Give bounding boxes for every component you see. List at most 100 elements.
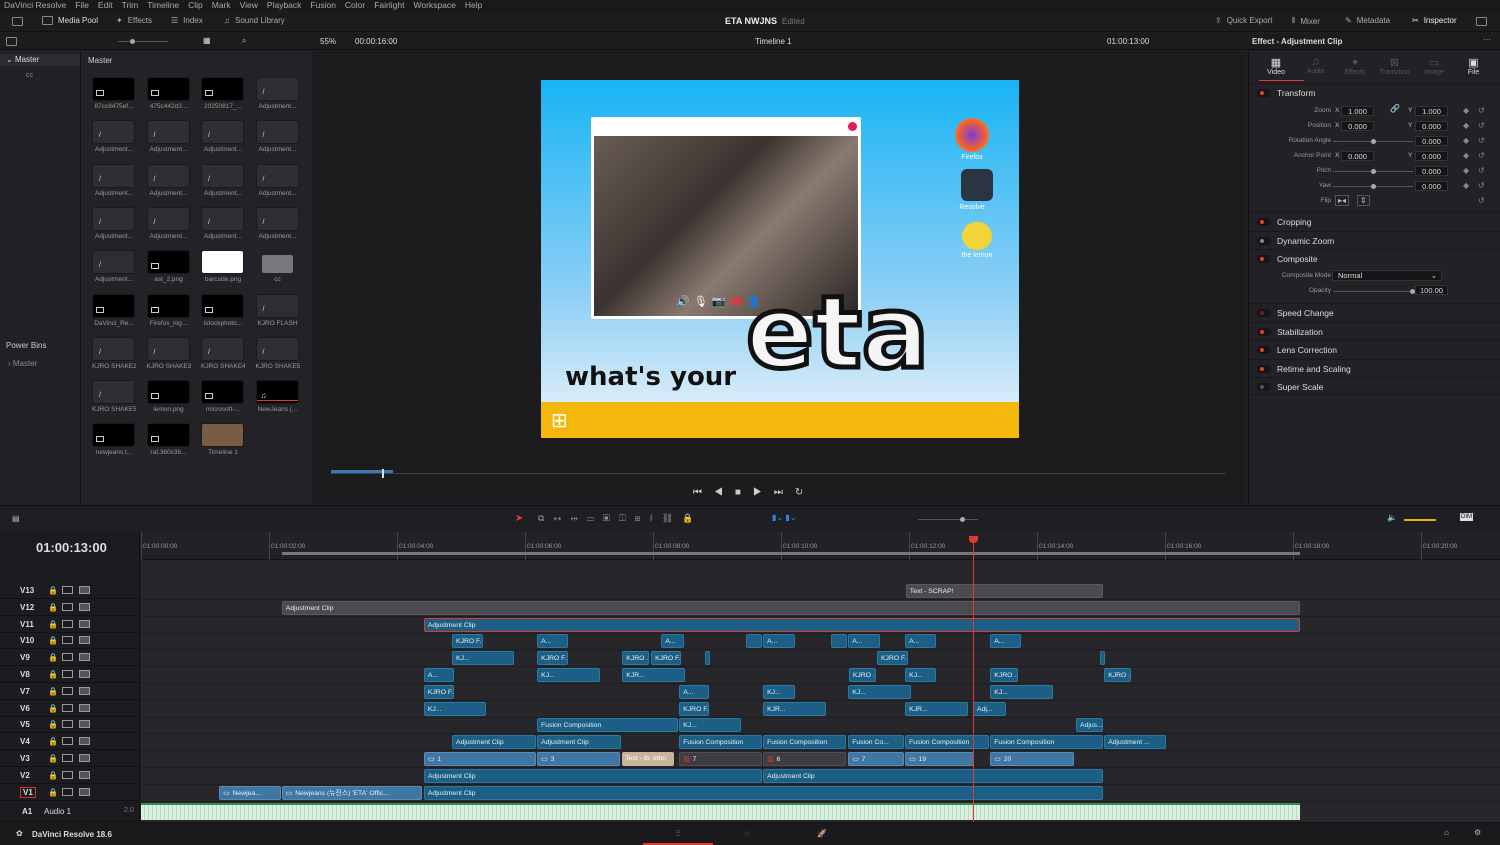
media-item[interactable]: / Adjustment...	[92, 206, 136, 240]
page-deliver-button[interactable]: 🚀	[817, 829, 827, 838]
yaw-slider[interactable]	[1333, 184, 1413, 189]
playhead[interactable]	[969, 536, 978, 822]
media-item[interactable]: / KJRO SHAKE5	[255, 336, 300, 370]
timeline-clip[interactable]: A...	[990, 634, 1021, 649]
media-item[interactable]: / KJRO SHAKE2	[92, 336, 136, 370]
timeline-clip[interactable]: ▭ Newjea...	[219, 785, 282, 800]
media-item[interactable]: / Adjustment...	[146, 206, 191, 240]
transform-toggle[interactable]	[1257, 89, 1271, 97]
menu-edit[interactable]: Edit	[98, 0, 113, 11]
zoom-x-field[interactable]: 1.000	[1341, 106, 1374, 116]
keyframe-icon[interactable]: ◆	[1463, 181, 1469, 190]
timeline-clip[interactable]: Adjustment Clip	[281, 600, 1301, 615]
section-transform[interactable]: Transform	[1249, 83, 1500, 101]
timeline-clip[interactable]: KJRO ...	[848, 668, 876, 682]
timeline-clip[interactable]: Fusion Composition	[763, 735, 847, 750]
power-bin-master[interactable]: › Master	[8, 359, 37, 368]
yaw-field[interactable]: 0.000	[1415, 181, 1448, 191]
video-toggle-icon[interactable]	[79, 619, 90, 628]
rotation-slider[interactable]	[1333, 139, 1413, 144]
timeline-area[interactable]: 01:00:00:00 01:00:02:00 01:00:04:00 01:00:0…	[141, 532, 1500, 822]
timeline-ruler[interactable]: 01:00:00:00 01:00:02:00 01:00:04:00 01:00:0…	[141, 532, 1500, 560]
reset-icon[interactable]: ↺	[1478, 106, 1485, 115]
media-item[interactable]: 20250817_...	[201, 77, 245, 110]
section-cropping[interactable]: Cropping	[1249, 212, 1500, 230]
timeline-view-options-icon[interactable]: ▤	[12, 514, 20, 523]
menu-fusion[interactable]: Fusion	[310, 0, 336, 11]
menu-fairlight[interactable]: Fairlight	[374, 0, 404, 11]
timeline-clip[interactable]: KJRO ...	[622, 651, 650, 666]
link-icon[interactable]: 🔗	[1390, 104, 1400, 113]
media-item[interactable]: / Adjustment...	[201, 206, 245, 240]
track-header-v11[interactable]: V11 🔒	[0, 617, 140, 633]
cropping-toggle[interactable]	[1257, 218, 1271, 226]
video-toggle-icon[interactable]	[79, 754, 90, 762]
timeline-clip[interactable]: KJRO F...	[651, 651, 682, 666]
scrubber[interactable]	[331, 473, 1226, 474]
track-header-a1[interactable]: A1 Audio 1 2.0	[0, 803, 140, 822]
tab-file[interactable]: ▣ File	[1455, 56, 1493, 76]
timeline-clip[interactable]: KJ...	[763, 684, 796, 699]
timeline-clip[interactable]: A...	[905, 634, 936, 649]
menu-workspace[interactable]: Workspace	[413, 0, 455, 11]
media-item[interactable]: ast_2.png	[146, 250, 191, 283]
timeline-clip[interactable]: Fusion Composition	[990, 735, 1103, 750]
timeline-clip[interactable]	[830, 634, 847, 649]
section-lens-correction[interactable]: Lens Correction	[1249, 340, 1500, 358]
media-item[interactable]: / Adjustment...	[92, 163, 136, 197]
timeline-clip[interactable]: Fusion Composition	[905, 735, 989, 750]
flip-vertical-icon[interactable]: ⇕	[1357, 195, 1370, 206]
timeline-clip[interactable]: A...	[848, 634, 881, 649]
reset-icon[interactable]: ↺	[1478, 196, 1485, 205]
super-scale-toggle[interactable]	[1257, 383, 1271, 391]
lock-icon[interactable]: 🔒	[48, 670, 58, 679]
auto-select-icon[interactable]	[62, 770, 73, 779]
media-item[interactable]: istockphoto...	[201, 293, 245, 327]
timeline-clip[interactable]: KJ...	[452, 651, 515, 666]
rotation-field[interactable]: 0.000	[1415, 136, 1448, 146]
track-header-v1[interactable]: V1 🔒	[0, 785, 140, 801]
bin-master[interactable]: ⌄ Master	[0, 54, 80, 66]
pitch-slider[interactable]	[1333, 169, 1413, 174]
timeline-clip[interactable]: Adjustment Clip	[423, 617, 1301, 632]
timeline-clip[interactable]: Fusion Composition	[679, 735, 762, 750]
media-item[interactable]: / Adjustment...	[255, 163, 300, 197]
media-item[interactable]: / Adjustment...	[201, 163, 245, 197]
lens-correction-toggle[interactable]	[1257, 346, 1271, 354]
lock-icon[interactable]: 🔒	[48, 771, 58, 780]
audio-clip[interactable]	[141, 803, 1301, 821]
lock-icon[interactable]: 🔒	[48, 636, 58, 645]
keyframe-icon[interactable]: ◆	[1463, 121, 1469, 130]
keyframe-icon[interactable]: ◆	[1463, 166, 1469, 175]
transport-controls[interactable]: ⏮◀■▶⏭↻	[693, 487, 815, 498]
page-color-button[interactable]: ◌	[745, 829, 750, 838]
timeline-clip[interactable]: Adjustment Clip	[423, 768, 762, 783]
menu-color[interactable]: Color	[345, 0, 365, 11]
lock-icon[interactable]: 🔒	[48, 704, 58, 713]
media-item[interactable]: / KJRO SHAKE5	[92, 380, 136, 413]
menu-help[interactable]: Help	[465, 0, 482, 11]
auto-select-icon[interactable]	[62, 586, 73, 594]
menu-view[interactable]: View	[240, 0, 258, 11]
timeline-clip[interactable]: KJRO F...	[679, 701, 710, 716]
video-toggle-icon[interactable]	[79, 636, 90, 645]
lock-icon[interactable]: 🔒	[48, 620, 58, 629]
track-header-v8[interactable]: V8 🔒	[0, 667, 140, 683]
track-header-v7[interactable]: V7 🔒	[0, 684, 140, 700]
volume-slider[interactable]	[1404, 519, 1436, 521]
flag-icon[interactable]: ▮⌄ ▮⌄	[772, 513, 796, 522]
lock-icon[interactable]: 🔒	[48, 687, 58, 696]
video-toggle-icon[interactable]	[79, 653, 90, 662]
composite-toggle[interactable]	[1257, 255, 1271, 263]
track-header-v5[interactable]: V5 🔒	[0, 717, 140, 734]
tab-audio[interactable]: ♫ Audio	[1297, 56, 1335, 75]
metadata-button[interactable]: ✎ Metadata	[1345, 16, 1390, 25]
slider-handle[interactable]	[1371, 184, 1376, 189]
grid-view-icon[interactable]: ▦	[203, 36, 211, 45]
section-stabilization[interactable]: Stabilization	[1249, 322, 1500, 340]
lock-icon[interactable]: 🔒	[48, 720, 58, 729]
page-edit-button[interactable]: ⫶⫶	[643, 823, 713, 845]
timeline-clip[interactable]: ▭ 20	[990, 752, 1075, 766]
reset-icon[interactable]: ↺	[1478, 181, 1485, 190]
media-item[interactable]: / KJRO SHAKE3	[146, 336, 191, 370]
